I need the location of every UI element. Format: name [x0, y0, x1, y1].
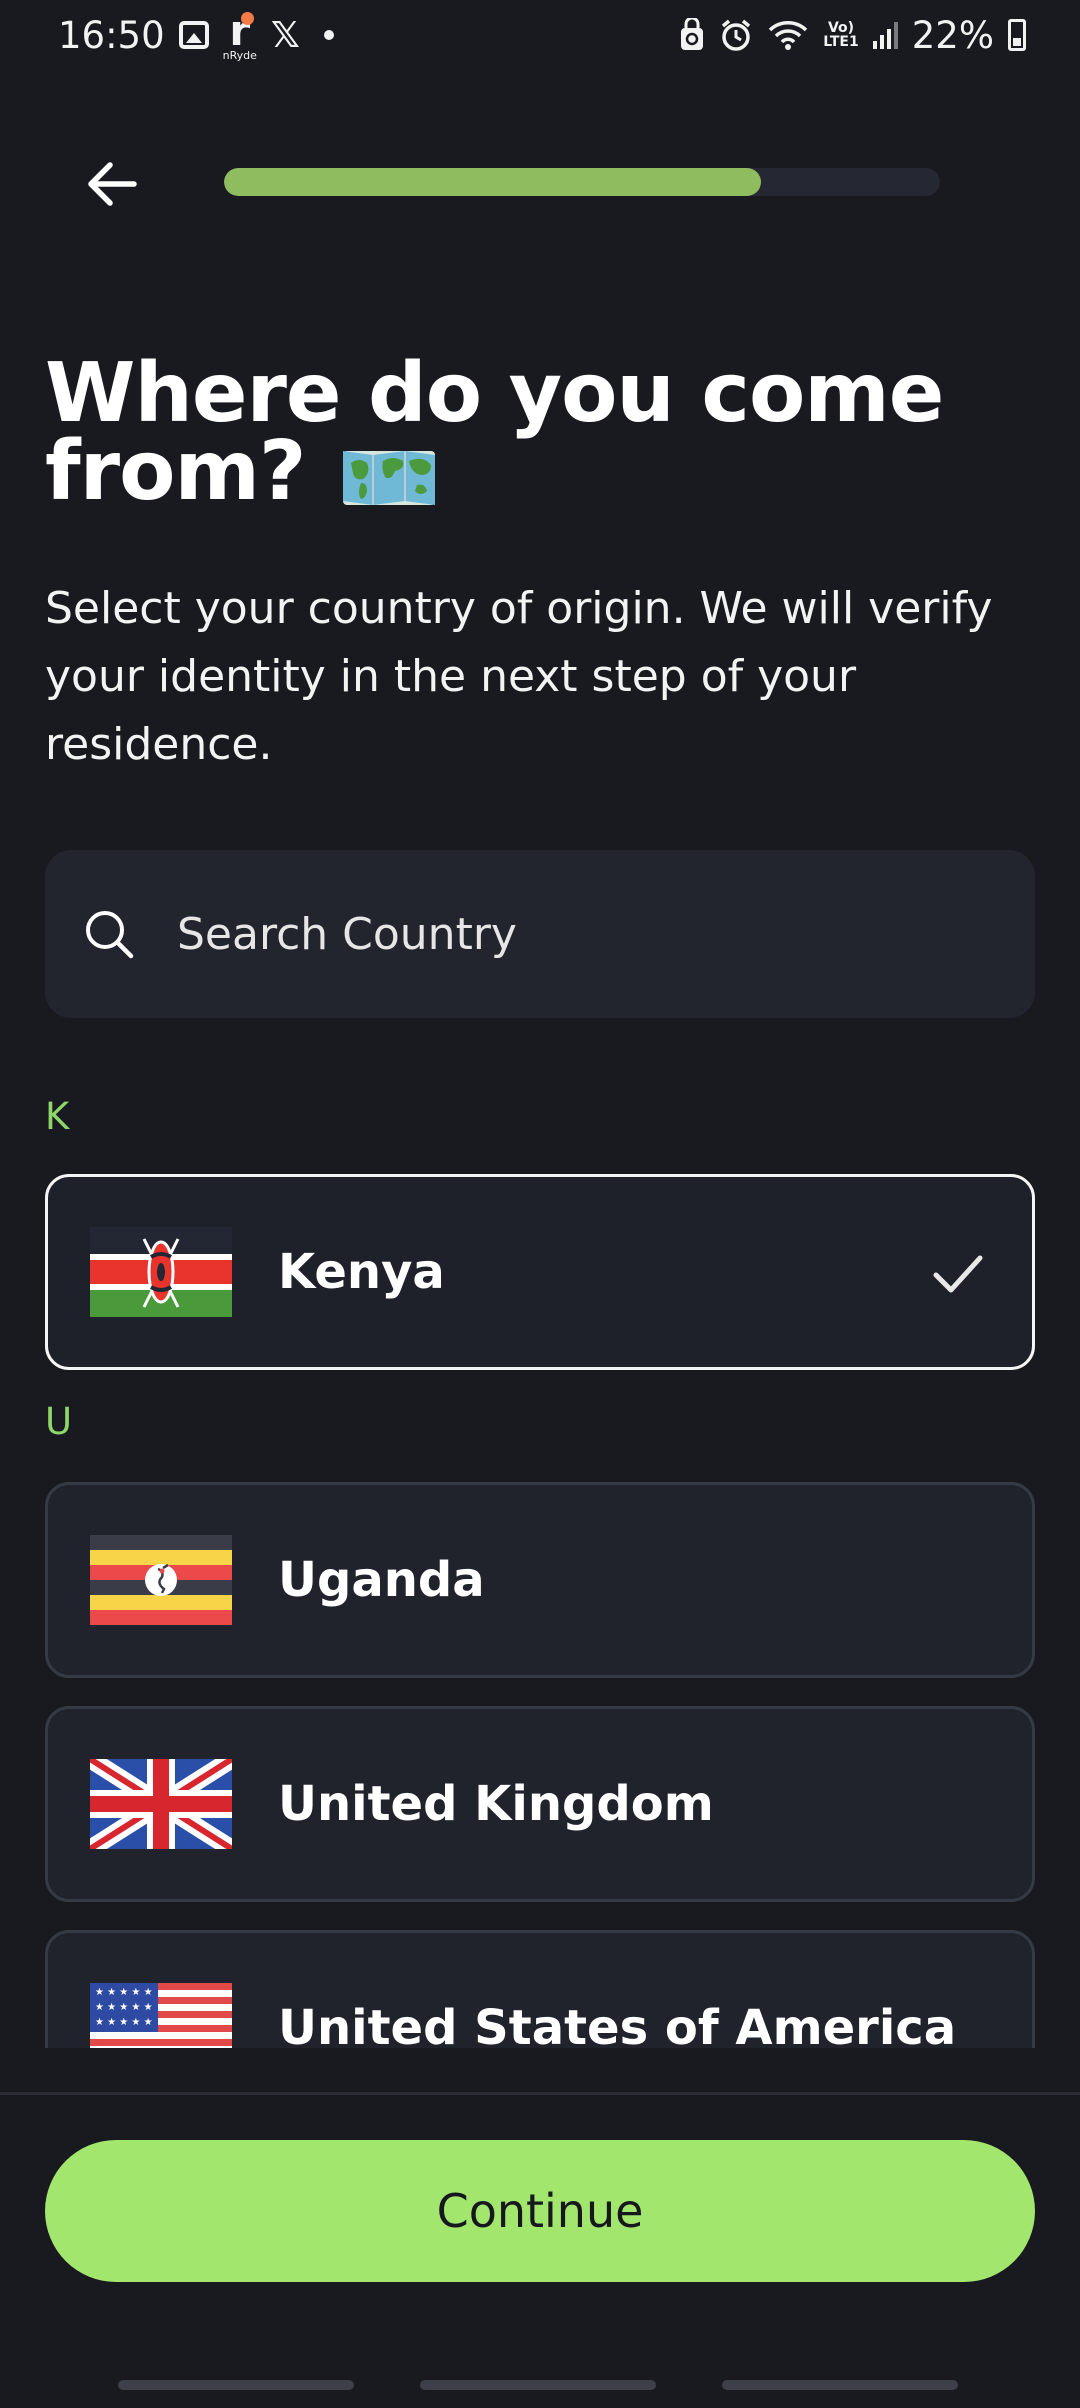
system-nav-bar — [0, 2380, 1080, 2392]
notification-dot — [323, 30, 334, 40]
status-right: Vo) LTE1 22% — [679, 14, 1026, 57]
svg-text:★ ★ ★ ★ ★: ★ ★ ★ ★ ★ — [95, 2017, 153, 2028]
title-line-2: from? — [45, 424, 306, 519]
lte-label: LTE1 — [823, 34, 859, 50]
x-icon: 𝕏 — [270, 14, 300, 56]
country-list[interactable]: Kenya U Uganda United Kingdom ★ ★ ★ ★ ★ … — [0, 1160, 1080, 2048]
uganda-flag-icon — [90, 1535, 232, 1625]
search-icon — [86, 911, 134, 959]
check-icon — [933, 1255, 983, 1293]
page-title: Where do you come from? — [45, 353, 1035, 513]
status-bar: 16:50 r nRyde 𝕏 Vo) LTE1 22% — [0, 0, 1080, 70]
status-time: 16:50 — [58, 13, 165, 57]
continue-button[interactable]: Continue — [45, 2140, 1035, 2282]
gallery-icon — [178, 21, 209, 49]
battery-percent: 22% — [911, 13, 994, 57]
search-input[interactable] — [177, 908, 977, 960]
back-button[interactable] — [80, 152, 144, 216]
nav-back-handle[interactable] — [722, 2380, 958, 2390]
footer-divider — [0, 2092, 1080, 2095]
search-box[interactable] — [45, 850, 1035, 1018]
wifi-icon — [767, 18, 809, 52]
alarm-icon — [719, 18, 753, 52]
volte-icon: Vo) LTE1 — [823, 21, 858, 49]
subtitle: Select your country of origin. We will v… — [45, 583, 993, 770]
country-select-screen: 16:50 r nRyde 𝕏 Vo) LTE1 22% Where do yo… — [0, 0, 1080, 2408]
arrow-left-icon — [88, 162, 137, 206]
progress-fill — [224, 168, 761, 196]
nav-home-handle[interactable] — [420, 2380, 656, 2390]
country-name: United States of America — [278, 2000, 957, 2048]
battery-icon — [1008, 19, 1026, 51]
svg-text:★ ★ ★ ★ ★: ★ ★ ★ ★ ★ — [95, 2002, 153, 2013]
uk-flag-icon — [90, 1759, 232, 1849]
status-left: 16:50 r nRyde 𝕏 — [58, 5, 334, 62]
ryde-app-icon: r nRyde — [222, 5, 257, 62]
signal-icon — [872, 21, 898, 49]
nav-recents-handle[interactable] — [118, 2380, 354, 2390]
section-letter-u: U — [45, 1400, 73, 1443]
country-item-uganda[interactable]: Uganda — [45, 1482, 1035, 1678]
progress-bar — [224, 168, 940, 196]
section-letter-k: K — [45, 1095, 70, 1138]
kenya-flag-icon — [90, 1227, 232, 1317]
usa-flag-icon: ★ ★ ★ ★ ★ ★ ★ ★ ★ ★ ★ ★ ★ ★ ★ — [90, 1983, 232, 2048]
country-item-kenya[interactable]: Kenya — [45, 1174, 1035, 1370]
world-map-icon — [343, 450, 436, 505]
country-name: Uganda — [278, 1552, 485, 1608]
country-name: Kenya — [278, 1244, 445, 1300]
country-name: United Kingdom — [278, 1776, 714, 1832]
country-item-united-kingdom[interactable]: United Kingdom — [45, 1706, 1035, 1902]
country-item-united-states[interactable]: ★ ★ ★ ★ ★ ★ ★ ★ ★ ★ ★ ★ ★ ★ ★ United Sta… — [45, 1930, 1035, 2048]
recycle-lock-icon — [679, 18, 705, 52]
svg-text:★ ★ ★ ★ ★: ★ ★ ★ ★ ★ — [95, 1987, 153, 1998]
